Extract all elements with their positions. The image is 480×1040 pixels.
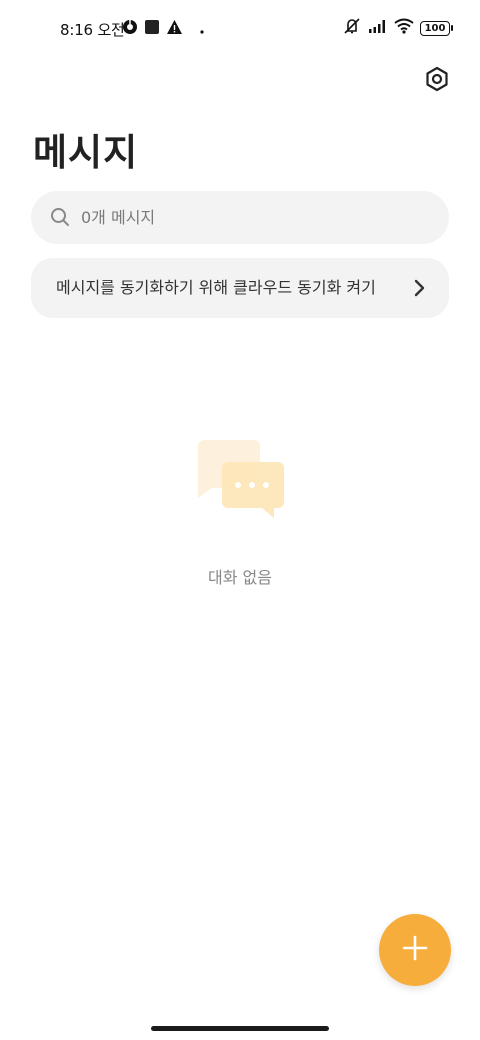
- chevron-right-icon: [413, 279, 425, 301]
- empty-state-label: 대화 없음: [208, 568, 272, 587]
- cloud-sync-label: 메시지를 동기화하기 위해 클라우드 동기화 켜기: [56, 278, 376, 297]
- signal-icon: [368, 18, 388, 38]
- status-time: 8:16 오전: [60, 21, 125, 39]
- search-box[interactable]: [31, 191, 449, 244]
- settings-icon: [424, 66, 450, 96]
- wifi-icon: [394, 18, 414, 38]
- square-notification-icon: [144, 19, 160, 39]
- status-right-icons: 100: [342, 17, 453, 39]
- settings-button[interactable]: [422, 66, 452, 96]
- chrome-icon: [122, 19, 138, 39]
- status-left-icons: [122, 19, 205, 39]
- home-indicator[interactable]: [151, 1026, 329, 1031]
- plus-icon: [402, 935, 428, 965]
- chat-bubbles-icon: [196, 438, 286, 518]
- status-bar: 8:16 오전 100: [0, 0, 480, 56]
- search-icon: [50, 207, 70, 231]
- cloud-sync-banner[interactable]: 메시지를 동기화하기 위해 클라우드 동기화 켜기: [31, 258, 449, 318]
- new-message-button[interactable]: [379, 914, 451, 986]
- search-input[interactable]: [81, 191, 421, 244]
- page-title: 메시지: [33, 131, 139, 174]
- battery-icon: 100: [420, 20, 453, 36]
- dot-icon: [199, 20, 205, 39]
- warning-icon: [166, 19, 183, 39]
- mute-icon: [342, 17, 362, 39]
